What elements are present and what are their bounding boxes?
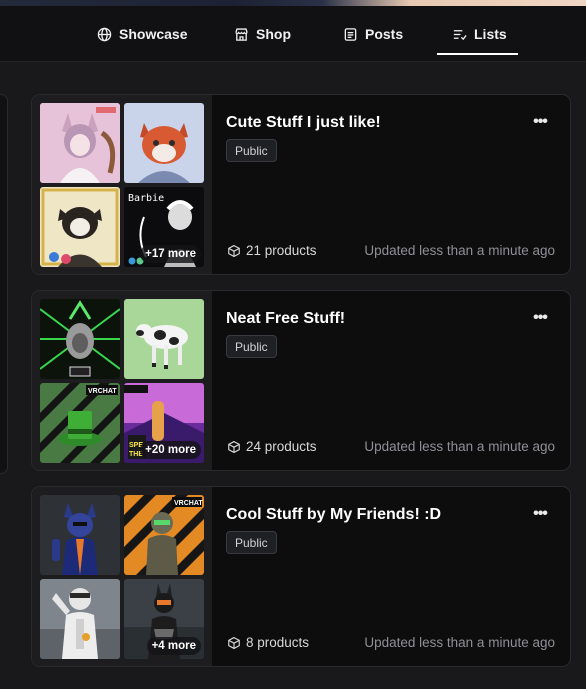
- product-thumbnail[interactable]: +4 more: [124, 579, 204, 659]
- product-thumbnail[interactable]: VRCHAT: [40, 383, 120, 463]
- side-panel-edge: [0, 94, 8, 474]
- list-title[interactable]: Cool Stuff by My Friends! :D: [226, 506, 441, 524]
- more-options-icon[interactable]: •••: [529, 114, 551, 134]
- updated-timestamp: Updated less than a minute ago: [364, 635, 555, 650]
- profile-tab-bar: Showcase Shop Posts Lists: [0, 6, 586, 62]
- visibility-badge: Public: [226, 531, 277, 554]
- visibility-badge: Public: [226, 335, 277, 358]
- more-products-pill: +20 more: [140, 441, 201, 459]
- product-thumbnail[interactable]: VRCHAT: [124, 495, 204, 575]
- list-title[interactable]: Neat Free Stuff!: [226, 310, 345, 328]
- product-thumbnail-grid: Barbie +17 more: [32, 95, 212, 274]
- tab-shop[interactable]: Shop: [234, 6, 291, 62]
- list-title[interactable]: Cute Stuff I just like!: [226, 114, 381, 132]
- thumb-caption: Barbie: [128, 193, 164, 204]
- product-thumbnail-grid: VRCHAT +4 more: [32, 487, 212, 666]
- list-card[interactable]: VRCHAT +4 more Cool Stuff by My Friends!…: [31, 486, 571, 667]
- thumb-caption: VRCHAT: [174, 500, 203, 507]
- document-icon: [343, 27, 358, 42]
- more-products-pill: +4 more: [146, 637, 201, 655]
- updated-timestamp: Updated less than a minute ago: [364, 243, 555, 258]
- list-card[interactable]: VRCHAT SPE THE +20 more Neat Free Stuff!…: [31, 290, 571, 471]
- product-count-label: 24 products: [246, 439, 317, 454]
- tab-label: Posts: [365, 26, 404, 42]
- visibility-badge: Public: [226, 139, 277, 162]
- more-options-icon[interactable]: •••: [529, 506, 551, 526]
- product-thumbnail[interactable]: [40, 495, 120, 575]
- product-count-label: 8 products: [246, 635, 310, 650]
- box-icon: [227, 440, 241, 454]
- product-thumbnail[interactable]: [124, 103, 204, 183]
- product-thumbnail[interactable]: SPE THE +20 more: [124, 383, 204, 463]
- product-count: 24 products: [227, 439, 317, 454]
- product-thumbnail[interactable]: Barbie +17 more: [124, 187, 204, 267]
- product-thumbnail[interactable]: [40, 579, 120, 659]
- list-icon: [452, 27, 467, 42]
- globe-icon: [97, 27, 112, 42]
- tab-lists[interactable]: Lists: [437, 6, 518, 62]
- product-thumbnail[interactable]: [40, 187, 120, 267]
- tab-showcase[interactable]: Showcase: [97, 6, 187, 62]
- more-products-pill: +17 more: [140, 245, 201, 263]
- product-thumbnail-grid: VRCHAT SPE THE +20 more: [32, 291, 212, 470]
- tab-label: Showcase: [119, 26, 188, 42]
- product-thumbnail[interactable]: [40, 103, 120, 183]
- product-count: 21 products: [227, 243, 317, 258]
- tab-label: Lists: [474, 26, 507, 42]
- store-icon: [234, 27, 249, 42]
- thumb-caption: VRCHAT: [88, 388, 117, 395]
- box-icon: [227, 636, 241, 650]
- box-icon: [227, 244, 241, 258]
- product-count: 8 products: [227, 635, 309, 650]
- updated-timestamp: Updated less than a minute ago: [364, 439, 555, 454]
- list-card[interactable]: Barbie +17 more Cute Stuff I just like! …: [31, 94, 571, 275]
- tab-posts[interactable]: Posts: [343, 6, 403, 62]
- product-thumbnail[interactable]: [40, 299, 120, 379]
- tab-label: Shop: [256, 26, 291, 42]
- product-thumbnail[interactable]: [124, 299, 204, 379]
- more-options-icon[interactable]: •••: [529, 310, 551, 330]
- product-count-label: 21 products: [246, 243, 317, 258]
